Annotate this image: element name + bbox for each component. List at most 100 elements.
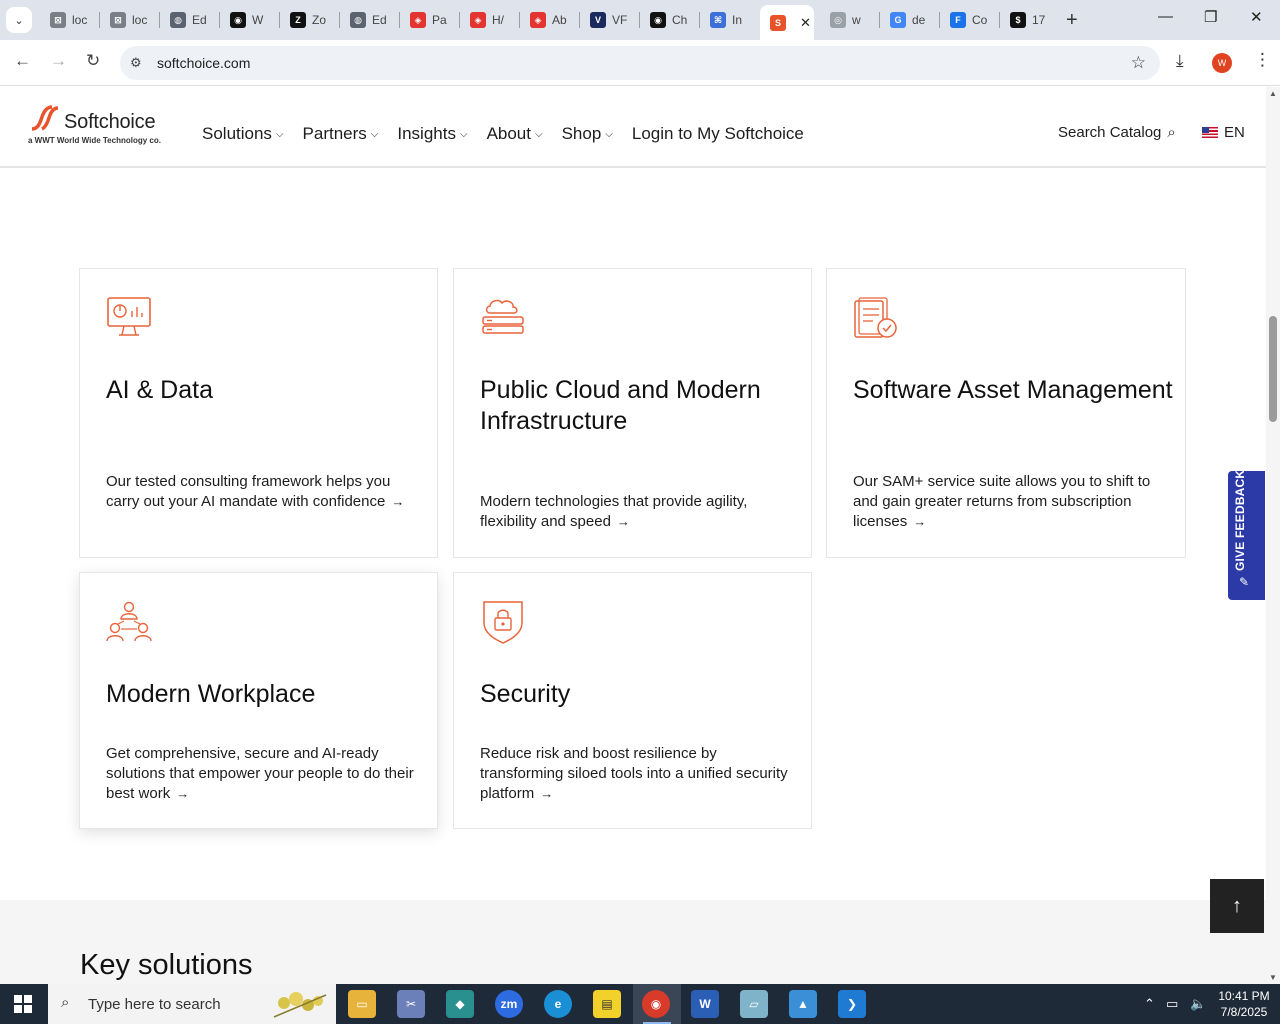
language-selector[interactable]: EN [1202, 124, 1245, 141]
tab-favicon-icon: ⊠ [50, 12, 66, 28]
tab-title: w [852, 13, 861, 27]
browser-tab[interactable]: S ✕ [760, 5, 814, 40]
forward-icon[interactable]: → [50, 51, 67, 71]
zoom-icon[interactable]: zm [495, 990, 523, 1018]
download-icon[interactable]: ⤓ [1176, 51, 1184, 71]
tab-separator [219, 12, 220, 28]
card-modern-workplace[interactable]: Modern Workplace Get comprehensive, secu… [79, 572, 438, 829]
site-info-icon[interactable]: ⚙ [130, 55, 142, 71]
browser-toolbar: ← → ↻ ⚙ softchoice.com ☆ [0, 40, 1280, 86]
network-icon[interactable]: ▭ [1166, 996, 1178, 1012]
search-icon: ⌕ [1167, 124, 1176, 141]
app-gem-icon[interactable]: ◆ [446, 990, 474, 1018]
key-solutions-heading: Key solutions [80, 949, 253, 981]
sticky-notes-icon[interactable]: ▤ [593, 990, 621, 1018]
file-explorer-icon[interactable]: ▭ [348, 990, 376, 1018]
card-software-asset-management[interactable]: Software Asset Management Our SAM+ servi… [826, 268, 1186, 558]
nav-about[interactable]: About ⌵ [487, 124, 543, 144]
volume-icon[interactable]: 🔈 [1190, 996, 1206, 1012]
taskbar-clock[interactable]: 10:41 PM 7/8/2025 [1214, 988, 1274, 1020]
browser-tab[interactable]: ◍ Ed [160, 5, 220, 35]
photos-icon[interactable]: ▲ [789, 990, 817, 1018]
tray-chevron-icon[interactable]: ⌃ [1144, 996, 1155, 1012]
browser-tab[interactable]: ◈ Ab [520, 5, 580, 35]
card-ai-data[interactable]: AI & Data Our tested consulting framewor… [79, 268, 438, 558]
nav-insights[interactable]: Insights ⌵ [397, 124, 467, 144]
chrome-icon[interactable]: ◉ [642, 990, 670, 1018]
scroll-up-icon[interactable]: ▲ [1269, 89, 1277, 98]
browser-tab-strip: ⌄ ⊠ loc ⊠ loc ◍ Ed ◉ W Z Zo ◍ Ed ◈ Pa ◈ H/◈ Ab V VF ◉ Ch ⌘ In S… [0, 0, 1280, 40]
tab-separator [459, 12, 460, 28]
scroll-down-icon[interactable]: ▼ [1269, 973, 1277, 982]
tab-title: de [912, 13, 926, 27]
card-public-cloud[interactable]: Public Cloud and Modern Infrastructure M… [453, 268, 812, 558]
url-text[interactable]: softchoice.com [157, 55, 250, 71]
page-scrollbar[interactable]: ▲ ▼ [1266, 87, 1280, 984]
scroll-thumb[interactable] [1269, 316, 1277, 422]
logo-wordmark: Softchoice [64, 111, 156, 133]
browser-tab[interactable]: V VF [580, 5, 640, 35]
shield-lock-icon [483, 601, 523, 644]
card-description-text: Our SAM+ service suite allows you to shi… [853, 473, 1151, 530]
browser-tab[interactable]: Gde [880, 5, 940, 35]
nav-label: Solutions [202, 124, 272, 143]
edge-icon[interactable]: e [544, 990, 572, 1018]
back-to-top-button[interactable]: ↑ [1210, 879, 1264, 933]
notepad-icon[interactable]: ▱ [740, 990, 768, 1018]
nav-solutions[interactable]: Solutions ⌵ [202, 124, 284, 144]
windows-start-icon[interactable] [14, 995, 32, 1013]
reload-icon[interactable]: ↻ [86, 51, 100, 71]
word-icon[interactable]: W [691, 990, 719, 1018]
restore-icon[interactable]: ❐ [1204, 8, 1217, 26]
card-description-text: Our tested consulting framework helps yo… [106, 473, 391, 510]
card-description-text: Get comprehensive, secure and AI-ready s… [106, 745, 414, 802]
profile-avatar[interactable]: W [1212, 53, 1232, 73]
card-description: Our tested consulting framework helps yo… [106, 472, 416, 512]
browser-menu-icon[interactable]: ⋮ [1254, 50, 1271, 70]
browser-tab[interactable]: ◈ H/ [460, 5, 520, 35]
clock-time: 10:41 PM [1218, 989, 1270, 1003]
vscode-icon[interactable]: ❯ [838, 990, 866, 1018]
nav-login[interactable]: Login to My Softchoice [632, 124, 804, 144]
browser-tab[interactable]: ◎ w [820, 5, 880, 35]
give-feedback-button[interactable]: GIVE FEEDBACK ✎ [1228, 470, 1265, 600]
tab-separator [579, 12, 580, 28]
chevron-down-icon: ⌵ [535, 129, 543, 140]
card-title: AI & Data [106, 376, 213, 404]
browser-tab[interactable]: ⊠ loc [40, 5, 100, 35]
tab-favicon-icon: ◉ [650, 12, 666, 28]
arrow-up-icon: ↑ [1232, 894, 1242, 917]
browser-tab[interactable]: ◈ Pa [400, 5, 460, 35]
browser-tab[interactable]: Z Zo [280, 5, 340, 35]
arrow-right-icon: → [391, 494, 405, 509]
bookmark-star-icon[interactable]: ☆ [1131, 53, 1146, 73]
new-tab-button[interactable]: + [1066, 9, 1078, 32]
tab-title: Ed [372, 13, 387, 27]
card-security[interactable]: Security Reduce risk and boost resilienc… [453, 572, 812, 829]
tab-close-icon[interactable]: ✕ [800, 15, 811, 31]
tab-favicon-icon: F [950, 12, 966, 28]
snipping-tool-icon[interactable]: ✂ [397, 990, 425, 1018]
arrow-right-icon: → [616, 514, 630, 529]
address-bar[interactable]: ⚙ softchoice.com ☆ [120, 46, 1160, 80]
browser-tab[interactable]: F Co [940, 5, 1000, 35]
browser-tab[interactable]: ⌘ In [700, 5, 760, 35]
us-flag-icon [1202, 127, 1218, 138]
close-window-icon[interactable]: ✕ [1250, 8, 1263, 26]
arrow-right-icon: → [913, 514, 927, 529]
browser-tab[interactable]: ◍ Ed [340, 5, 400, 35]
back-icon[interactable]: ← [14, 51, 31, 71]
tab-title: VF [612, 13, 628, 27]
tab-favicon-icon: ◍ [170, 12, 186, 28]
minimize-icon[interactable]: — [1158, 8, 1173, 25]
browser-tab[interactable]: ◉ Ch [640, 5, 700, 35]
nav-partners[interactable]: Partners ⌵ [303, 124, 379, 144]
browser-tab[interactable]: $17 [1000, 5, 1060, 35]
browser-tab[interactable]: ◉ W [220, 5, 280, 35]
tab-search-icon[interactable]: ⌄ [6, 7, 32, 33]
nav-shop[interactable]: Shop ⌵ [562, 124, 613, 144]
browser-tab[interactable]: ⊠ loc [100, 5, 160, 35]
search-catalog-link[interactable]: Search Catalog ⌕ [1058, 124, 1176, 141]
card-description-text: Reduce risk and boost resilience by tran… [480, 745, 788, 802]
taskbar-search[interactable]: ⌕ Type here to search [48, 984, 336, 1024]
